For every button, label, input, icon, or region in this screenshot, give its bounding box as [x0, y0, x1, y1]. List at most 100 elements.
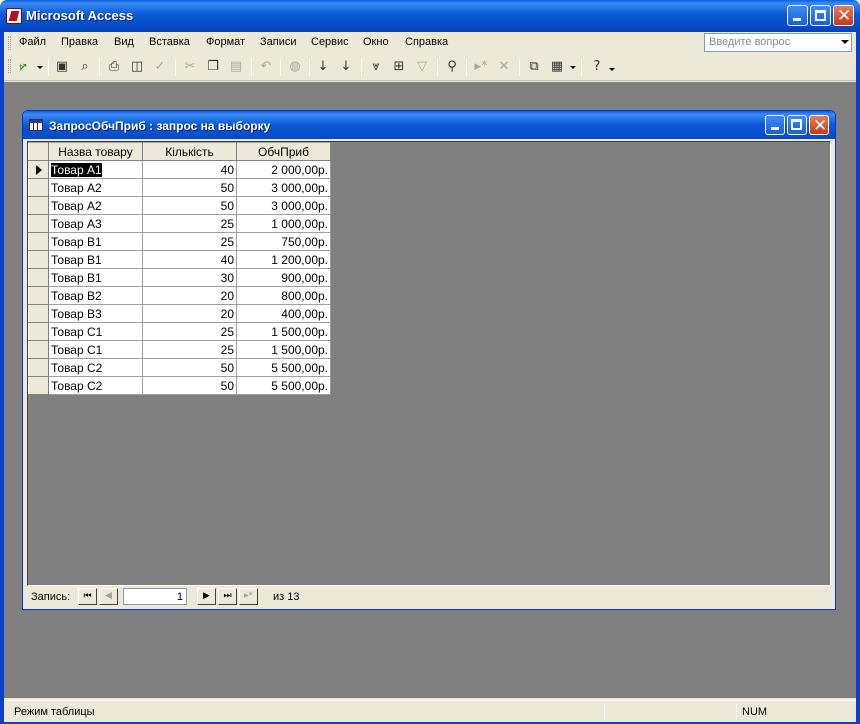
cell-name[interactable]: Товар В1	[48, 232, 143, 251]
close-button[interactable]: ✕	[833, 5, 854, 26]
record-selector[interactable]	[28, 250, 49, 269]
cell-quantity[interactable]: 20	[142, 286, 237, 305]
toolbar-grip[interactable]	[8, 59, 11, 73]
new-record-icon[interactable]: ▸*	[471, 58, 491, 76]
record-selector[interactable]	[28, 358, 49, 377]
cell-profit[interactable]: 400,00р.	[236, 304, 331, 323]
table-row[interactable]: Товар А3 25 1 000,00р.	[28, 214, 331, 233]
cell-quantity[interactable]: 50	[142, 358, 237, 377]
table-row[interactable]: Товар С1 25 1 500,00р.	[28, 340, 331, 359]
undo-icon[interactable]: ↶	[256, 58, 276, 76]
menu-insert[interactable]: Вставка	[149, 36, 190, 48]
cell-quantity[interactable]: 30	[142, 268, 237, 287]
cell-quantity[interactable]: 25	[142, 322, 237, 341]
cell-profit[interactable]: 1 500,00р.	[236, 340, 331, 359]
dropdown-arrow-icon[interactable]	[841, 40, 849, 44]
apply-filter-icon[interactable]: ▽	[412, 58, 432, 76]
search-file-icon[interactable]: ⌕	[75, 58, 95, 76]
cell-name[interactable]: Товар А2	[48, 178, 143, 197]
cell-profit[interactable]: 3 000,00р.	[236, 196, 331, 215]
app-title-bar[interactable]: Microsoft Access ✕	[0, 0, 860, 32]
record-selector[interactable]	[28, 304, 49, 323]
menu-help[interactable]: Справка	[405, 36, 448, 48]
table-row[interactable]: Товар В1 40 1 200,00р.	[28, 250, 331, 269]
first-record-button[interactable]: ⏮	[78, 588, 97, 605]
sort-descending-icon[interactable]: ↓	[336, 58, 356, 76]
print-preview-icon[interactable]: ◫	[127, 58, 147, 76]
minimize-button[interactable]	[787, 5, 808, 26]
record-selector[interactable]	[28, 322, 49, 341]
menu-tools[interactable]: Сервис	[311, 36, 349, 48]
cell-name[interactable]: Товар В3	[48, 304, 143, 323]
cell-profit[interactable]: 900,00р.	[236, 268, 331, 287]
cell-profit[interactable]: 5 500,00р.	[236, 376, 331, 395]
cut-icon[interactable]: ✂	[180, 58, 200, 76]
cell-name[interactable]: Товар С2	[48, 376, 143, 395]
table-row[interactable]: Товар В3 20 400,00р.	[28, 304, 331, 323]
column-header-quantity[interactable]: Кількість	[142, 142, 237, 161]
table-row[interactable]: Товар В1 30 900,00р.	[28, 268, 331, 287]
previous-record-button[interactable]: ◀	[99, 588, 118, 605]
record-selector[interactable]	[28, 340, 49, 359]
record-selector[interactable]	[28, 286, 49, 305]
copy-icon[interactable]: ❐	[203, 58, 223, 76]
query-window-title-bar[interactable]: ЗапросОбчПриб : запрос на выборку ✕	[23, 111, 835, 139]
child-minimize-button[interactable]	[765, 115, 785, 135]
record-selector[interactable]	[28, 376, 49, 395]
menu-window[interactable]: Окно	[363, 36, 389, 48]
cell-quantity[interactable]: 25	[142, 232, 237, 251]
access-app-icon[interactable]	[6, 8, 22, 24]
datasheet-icon[interactable]	[29, 119, 43, 131]
sort-ascending-icon[interactable]: ↓	[313, 58, 333, 76]
table-row[interactable]: Товар А2 50 3 000,00р.	[28, 178, 331, 197]
help-icon[interactable]: ?	[587, 58, 607, 76]
new-object-dropdown-icon[interactable]	[570, 66, 576, 69]
next-record-button[interactable]: ▶	[197, 588, 216, 605]
cell-profit[interactable]: 800,00р.	[236, 286, 331, 305]
menu-records[interactable]: Записи	[260, 36, 297, 48]
current-record-input[interactable]	[123, 588, 187, 605]
ask-question-input[interactable]: Введите вопрос	[704, 33, 852, 52]
table-row[interactable]: Товар А1 40 2 000,00р.	[28, 160, 331, 179]
cell-name[interactable]: Товар А3	[48, 214, 143, 233]
cell-name[interactable]: Товар С1	[48, 340, 143, 359]
cell-quantity[interactable]: 50	[142, 376, 237, 395]
cell-quantity[interactable]: 50	[142, 196, 237, 215]
record-selector[interactable]	[28, 214, 49, 233]
delete-record-icon[interactable]: ✕	[494, 58, 514, 76]
cell-quantity[interactable]: 25	[142, 214, 237, 233]
table-row[interactable]: Товар В2 20 800,00р.	[28, 286, 331, 305]
cell-profit[interactable]: 1 000,00р.	[236, 214, 331, 233]
cell-quantity[interactable]: 40	[142, 160, 237, 179]
last-record-button[interactable]: ⏭	[218, 588, 237, 605]
cell-quantity[interactable]: 40	[142, 250, 237, 269]
print-icon[interactable]: ⎙	[104, 58, 124, 76]
menu-format[interactable]: Формат	[206, 36, 245, 48]
record-selector[interactable]	[28, 178, 49, 197]
column-header-name[interactable]: Назва товару	[48, 142, 143, 161]
save-icon[interactable]: ▣	[52, 58, 72, 76]
find-icon[interactable]: ⚲	[442, 58, 462, 76]
cell-name[interactable]: Товар А1	[48, 160, 143, 179]
column-header-profit[interactable]: ОбчПриб	[236, 142, 331, 161]
record-selector[interactable]	[28, 160, 49, 179]
menu-view[interactable]: Вид	[114, 36, 134, 48]
cell-profit[interactable]: 1 200,00р.	[236, 250, 331, 269]
child-close-button[interactable]: ✕	[809, 115, 829, 135]
cell-profit[interactable]: 1 500,00р.	[236, 322, 331, 341]
select-all-corner[interactable]	[28, 142, 49, 161]
table-row[interactable]: Товар С2 50 5 500,00р.	[28, 376, 331, 395]
record-selector[interactable]	[28, 196, 49, 215]
maximize-button[interactable]	[810, 5, 831, 26]
menu-file[interactable]: Файл	[19, 36, 46, 48]
cell-profit[interactable]: 2 000,00р.	[236, 160, 331, 179]
database-window-icon[interactable]: ⧉	[524, 58, 544, 76]
toolbar-options-icon[interactable]	[609, 68, 615, 71]
cell-name[interactable]: Товар В1	[48, 268, 143, 287]
view-dropdown-icon[interactable]	[37, 66, 43, 69]
spelling-icon[interactable]: ✓	[150, 58, 170, 76]
cell-quantity[interactable]: 20	[142, 304, 237, 323]
filter-by-form-icon[interactable]: ⊞	[389, 58, 409, 76]
hyperlink-icon[interactable]: ◍	[285, 58, 305, 76]
cell-profit[interactable]: 750,00р.	[236, 232, 331, 251]
